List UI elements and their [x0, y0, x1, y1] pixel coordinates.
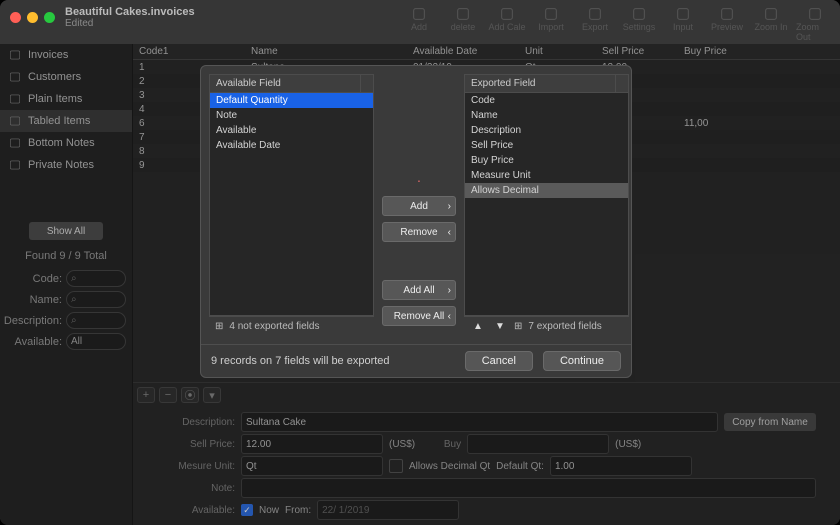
window-zoom-dot[interactable]	[44, 12, 55, 23]
exported-fields-panel: Exported Field CodeNameDescriptionSell P…	[464, 74, 629, 316]
continue-button[interactable]: Continue	[543, 351, 621, 371]
exported-head[interactable]: Exported Field	[465, 75, 615, 92]
toolbar-zoom-out[interactable]: Zoom Out	[796, 2, 834, 42]
add-button[interactable]: Add›	[382, 196, 456, 216]
toolbar-export[interactable]: Export	[576, 2, 614, 42]
exported-field-item[interactable]: Allows Decimal	[465, 183, 628, 198]
exported-field-item[interactable]: Code	[465, 93, 628, 108]
toolbar-input[interactable]: Input	[664, 2, 702, 42]
remove-button[interactable]: Remove‹	[382, 222, 456, 242]
cancel-button[interactable]: Cancel	[465, 351, 533, 371]
export-summary: 9 records on 7 fields will be exported	[211, 355, 390, 367]
toolbar-preview[interactable]: Preview	[708, 2, 746, 42]
available-field-item[interactable]: Default Quantity	[210, 93, 373, 108]
exported-field-item[interactable]: Name	[465, 108, 628, 123]
add-all-button[interactable]: Add All›	[382, 280, 456, 300]
toolbar-import[interactable]: Import	[532, 2, 570, 42]
titlebar: Beautiful Cakes.invoices Edited Adddelet…	[0, 0, 840, 44]
exported-status: 7 exported fields	[528, 321, 601, 332]
toolbar: AdddeleteAdd CaleImportExportSettingsInp…	[400, 2, 834, 42]
exported-field-item[interactable]: Sell Price	[465, 138, 628, 153]
exported-field-item[interactable]: Description	[465, 123, 628, 138]
window-close-dot[interactable]	[10, 12, 21, 23]
window-title: Beautiful Cakes.invoices	[65, 6, 195, 18]
toolbar-settings[interactable]: Settings	[620, 2, 658, 42]
exported-field-item[interactable]: Measure Unit	[465, 168, 628, 183]
toolbar-delete[interactable]: delete	[444, 2, 482, 42]
columns-icon: ⊞	[514, 321, 522, 332]
available-field-item[interactable]: Available	[210, 123, 373, 138]
toolbar-add-cale[interactable]: Add Cale	[488, 2, 526, 42]
toolbar-zoom-in[interactable]: Zoom In	[752, 2, 790, 42]
move-up-button[interactable]: ▲	[470, 321, 486, 332]
window-subtitle: Edited	[65, 18, 195, 29]
columns-icon: ⊞	[215, 321, 223, 332]
window-minimize-dot[interactable]	[27, 12, 38, 23]
available-field-item[interactable]: Note	[210, 108, 373, 123]
available-field-item[interactable]: Available Date	[210, 138, 373, 153]
marker-icon: ·	[417, 172, 422, 188]
available-fields-panel: Available Field Default QuantityNoteAvai…	[209, 74, 374, 316]
available-status: 4 not exported fields	[229, 321, 319, 332]
remove-all-button[interactable]: Remove All‹	[382, 306, 456, 326]
export-dialog: Available Field Default QuantityNoteAvai…	[200, 65, 632, 378]
available-head[interactable]: Available Field	[210, 75, 360, 92]
toolbar-add[interactable]: Add	[400, 2, 438, 42]
move-down-button[interactable]: ▼	[492, 321, 508, 332]
exported-field-item[interactable]: Buy Price	[465, 153, 628, 168]
